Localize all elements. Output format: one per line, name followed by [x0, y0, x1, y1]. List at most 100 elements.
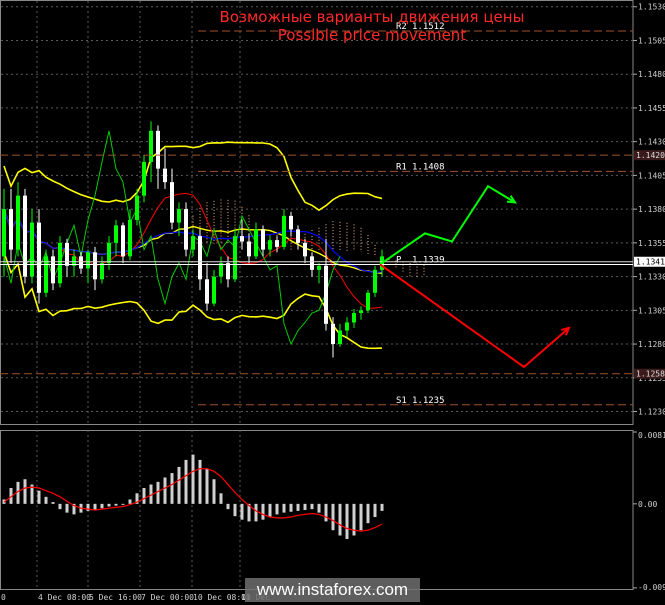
forecast-down-arrow [379, 263, 570, 369]
candle-body [205, 279, 209, 304]
level-value-p: 1.1339 [412, 255, 445, 265]
candle-body [226, 263, 230, 280]
main-grid [0, 0, 634, 590]
macd-y-tick-label: 0.00817 [638, 431, 665, 440]
candle-body [149, 130, 153, 162]
candle-body [268, 240, 272, 250]
macd-bar [226, 503, 230, 510]
macd-bar [44, 496, 48, 504]
y-tick-label: 1.1405 [638, 171, 665, 180]
candle-body [156, 130, 160, 169]
level-value-r1: 1.1408 [412, 162, 445, 172]
candle-body [100, 263, 104, 280]
candle-body [373, 269, 377, 293]
macd-bar [37, 490, 41, 504]
candle-body [219, 263, 223, 277]
macd-bar [345, 503, 349, 540]
y-tick-label: 1.1430 [638, 138, 665, 147]
macd-bar [282, 503, 286, 513]
candle-body [128, 219, 132, 257]
macd-bar [359, 503, 363, 531]
y-tick-label: 1.1305 [638, 306, 665, 315]
candle-body [247, 241, 251, 257]
candle-body [275, 240, 279, 247]
y-tick-label: 1.1480 [638, 70, 665, 79]
candle-body [296, 229, 300, 243]
candle-body [352, 313, 356, 323]
candle-body [2, 209, 6, 257]
macd-bar [324, 503, 328, 522]
watermark: www.instaforex.com [245, 578, 420, 602]
macd-bar [100, 503, 104, 509]
main-frame [0, 0, 634, 425]
macd-bar [366, 503, 370, 524]
x-tick-label: 5 Dec 16:00 [89, 593, 142, 602]
macd-bar [261, 503, 265, 520]
macd-bar [177, 466, 181, 504]
candle-body [282, 215, 286, 247]
candle-body [16, 195, 20, 250]
macd-bar [310, 503, 314, 510]
macd-bar [121, 503, 125, 505]
title-russian: Возможные варианты движения цены [220, 8, 525, 26]
y-tick-label: 1.1355 [638, 239, 665, 248]
pivot-levels: R2 1.1512R1 1.1408P 1.1339S1 1.1235 [0, 22, 633, 406]
bollinger-upper [3, 141, 383, 212]
y-tick-label: 1.1280 [638, 340, 665, 349]
x-tick-label: 0 [1, 593, 6, 602]
macd-bar [58, 503, 62, 510]
y-tick-label: 1.1380 [638, 205, 665, 214]
candle-body [37, 222, 41, 293]
macd-bar [51, 502, 55, 504]
x-tick-label: 7 Dec 00:00 [141, 593, 194, 602]
macd-bar [240, 503, 244, 520]
macd-bar [191, 454, 195, 504]
macd-bar [163, 477, 167, 504]
candle-body [135, 195, 139, 220]
macd-panel: 0.00817 0.00 -0.00956 [2, 431, 665, 592]
candle-body [261, 229, 265, 250]
macd-bar [219, 493, 223, 504]
candle-body [359, 310, 363, 314]
macd-bar [93, 503, 97, 510]
forecast-up-arrow [379, 184, 516, 266]
macd-bar [65, 503, 69, 513]
macd-bar [331, 503, 335, 531]
macd-bar [212, 479, 216, 504]
y-tick-label: 1.1505 [638, 36, 665, 45]
macd-bar [205, 468, 209, 504]
y-tick-label: 1.1230 [638, 408, 665, 417]
candle-body [184, 209, 188, 250]
level-label-p: P [396, 255, 402, 265]
candle-body [366, 292, 370, 311]
macd-bar [373, 503, 377, 518]
macd-bar [289, 503, 293, 512]
forecast-arrows [379, 184, 571, 369]
candle-body [177, 209, 181, 223]
candle-body [107, 242, 111, 264]
candle-body [233, 236, 237, 280]
macd-y-tick-label: -0.00956 [638, 583, 665, 592]
candle-body [191, 236, 195, 250]
chikou-line [3, 130, 341, 346]
candle-body [65, 242, 69, 266]
chart-canvas: R2 1.1512R1 1.1408P 1.1339S1 1.1235 1.15301.… [0, 0, 665, 602]
candle-body [310, 256, 314, 270]
candle-body [121, 225, 125, 257]
macd-bar [142, 488, 146, 504]
title-english: Possible price movement [278, 26, 467, 44]
x-tick-label: 4 Dec 08:00 [38, 593, 91, 602]
candle-body [79, 256, 83, 269]
candle-body [9, 209, 13, 250]
candle-body [254, 229, 258, 257]
candle-body [142, 161, 146, 196]
candle-body [170, 182, 174, 223]
price-mark-label: 1.1258 [636, 370, 665, 379]
y-tick-label: 1.1455 [638, 104, 665, 113]
candle-body [212, 276, 216, 304]
candle-body [240, 236, 244, 242]
macd-bar [268, 503, 272, 518]
macd-bar [380, 503, 384, 511]
macd-bar [107, 503, 111, 507]
price-mark-label: 1.1341 [636, 258, 665, 267]
